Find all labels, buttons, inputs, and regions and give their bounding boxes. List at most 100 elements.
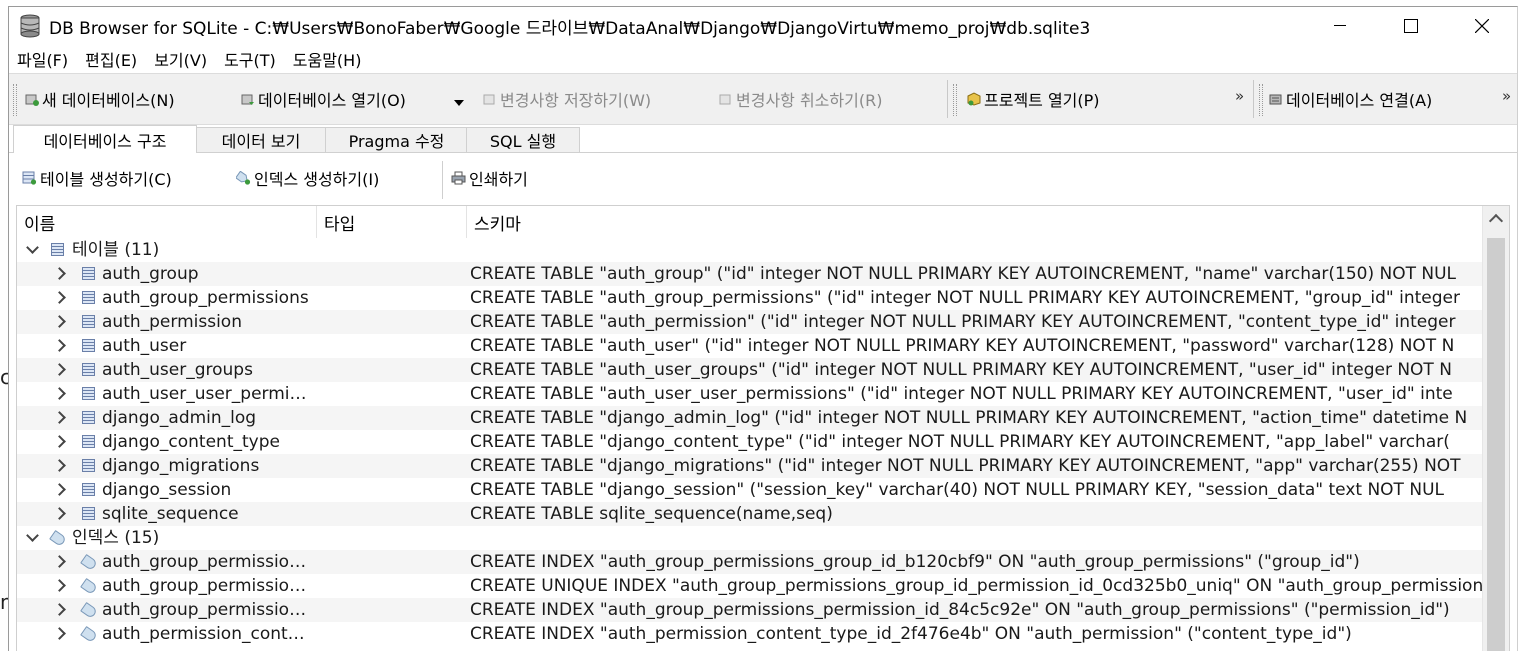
index-row-schema: CREATE INDEX "auth_group_permissions_per… xyxy=(470,600,1450,620)
project-icon xyxy=(967,92,981,106)
expand-arrow-icon[interactable] xyxy=(53,411,66,424)
table-row[interactable]: auth_permission CREATE TABLE "auth_permis… xyxy=(17,310,1482,334)
index-row-schema: CREATE INDEX "auth_permission_content_ty… xyxy=(470,624,1352,644)
write-changes-button[interactable]: 변경사항 저장하기(W) xyxy=(483,87,651,111)
table-row[interactable]: django_admin_log CREATE TABLE "django_adm… xyxy=(17,406,1482,430)
revert-changes-button[interactable]: 변경사항 취소하기(R) xyxy=(719,87,882,111)
table-row-name: sqlite_sequence xyxy=(102,504,239,524)
write-changes-icon xyxy=(483,94,495,105)
table-icon xyxy=(82,267,95,280)
close-button[interactable] xyxy=(1446,7,1517,45)
expand-arrow-icon[interactable] xyxy=(53,603,66,616)
title-bar[interactable]: DB Browser for SQLite - C:₩Users₩BonoFab… xyxy=(9,7,1517,45)
column-header-schema[interactable]: 스키마 xyxy=(467,206,1482,238)
maximize-button[interactable] xyxy=(1375,7,1446,45)
table-row[interactable]: django_session CREATE TABLE "django_sessi… xyxy=(17,478,1482,502)
toolbar-overflow-chevron[interactable]: » xyxy=(1235,87,1244,105)
new-database-label: 새 데이터베이스(N) xyxy=(42,91,175,110)
menu-view[interactable]: 보기(V) xyxy=(154,47,207,71)
table-row-schema: CREATE TABLE "auth_group" ("id" integer … xyxy=(470,264,1457,284)
index-row-name: auth_group_permissio… xyxy=(102,552,307,572)
expand-arrow-icon[interactable] xyxy=(53,315,66,328)
toolbar-overflow-chevron[interactable]: » xyxy=(1502,87,1511,105)
menu-bar: 파일(F) 편집(E) 보기(V) 도구(T) 도움말(H) xyxy=(9,45,1517,72)
table-icon xyxy=(82,435,95,448)
window-title: DB Browser for SQLite - C:₩Users₩BonoFab… xyxy=(49,18,1091,39)
table-icon xyxy=(51,243,64,256)
minimize-icon xyxy=(1333,25,1346,26)
index-row[interactable]: auth_group_permissio… CREATE INDEX "auth_… xyxy=(17,598,1482,622)
tab-execute-sql[interactable]: SQL 실행 xyxy=(466,127,580,152)
menu-edit[interactable]: 편집(E) xyxy=(85,47,137,71)
expand-arrow-icon[interactable] xyxy=(53,387,66,400)
scrollbar-thumb[interactable] xyxy=(1487,238,1505,651)
table-row-name: django_migrations xyxy=(102,456,260,476)
toolbar-grip[interactable] xyxy=(1259,84,1263,116)
minimize-button[interactable] xyxy=(1304,7,1375,45)
expand-arrow-icon[interactable] xyxy=(53,291,66,304)
main-tab-bar: 데이터베이스 구조 데이터 보기 Pragma 수정 SQL 실행 xyxy=(9,125,1517,153)
expand-arrow-icon[interactable] xyxy=(53,555,66,568)
table-row-schema: CREATE TABLE "django_admin_log" ("id" in… xyxy=(470,408,1468,428)
tree-header: 이름 타입 스키마 xyxy=(17,206,1482,238)
menu-help[interactable]: 도움말(H) xyxy=(293,47,362,71)
expand-arrow-icon[interactable] xyxy=(53,579,66,592)
expand-arrow-icon[interactable] xyxy=(53,267,66,280)
index-row[interactable]: auth_permission_cont… CREATE INDEX "auth_… xyxy=(17,622,1482,646)
table-row[interactable]: django_content_type CREATE TABLE "django_… xyxy=(17,430,1482,454)
table-row[interactable]: auth_user_groups CREATE TABLE "auth_user_… xyxy=(17,358,1482,382)
expand-arrow-icon[interactable] xyxy=(53,363,66,376)
table-row-schema: CREATE TABLE "auth_group_permissions" ("… xyxy=(470,288,1460,308)
expand-arrow-icon[interactable] xyxy=(53,339,66,352)
group-label: 테이블 (11) xyxy=(72,240,160,260)
menu-file[interactable]: 파일(F) xyxy=(17,47,68,71)
table-icon xyxy=(82,507,95,520)
toolbar-separator xyxy=(442,161,443,199)
expand-arrow-icon[interactable] xyxy=(53,507,66,520)
new-database-icon xyxy=(25,94,39,106)
table-row[interactable]: sqlite_sequence CREATE TABLE sqlite_seque… xyxy=(17,502,1482,526)
expand-arrow-icon[interactable] xyxy=(53,483,66,496)
attach-database-button[interactable]: 데이터베이스 연결(A) xyxy=(1269,87,1432,111)
tree-group-indices[interactable]: 인덱스 (15) xyxy=(17,526,1482,550)
column-header-name[interactable]: 이름 xyxy=(17,206,317,238)
table-row[interactable]: django_migrations CREATE TABLE "django_mi… xyxy=(17,454,1482,478)
collapse-arrow-icon[interactable] xyxy=(26,241,39,254)
open-project-button[interactable]: 프로젝트 열기(P) xyxy=(967,87,1100,111)
attach-database-icon xyxy=(1269,94,1282,105)
scroll-up-arrow[interactable] xyxy=(1488,213,1504,229)
expand-arrow-icon[interactable] xyxy=(53,435,66,448)
table-row-schema: CREATE TABLE "django_migrations" ("id" i… xyxy=(470,456,1461,476)
print-button[interactable]: 인쇄하기 xyxy=(451,166,528,190)
tab-edit-pragmas[interactable]: Pragma 수정 xyxy=(325,127,468,152)
create-index-label: 인덱스 생성하기(I) xyxy=(254,170,380,189)
tab-browse-data[interactable]: 데이터 보기 xyxy=(195,127,327,152)
column-header-type[interactable]: 타입 xyxy=(317,206,467,238)
toolbar-grip[interactable] xyxy=(13,84,17,116)
collapse-arrow-icon[interactable] xyxy=(26,529,39,542)
toolbar-grip[interactable] xyxy=(953,84,957,116)
table-row[interactable]: auth_user_user_permi… CREATE TABLE "auth_… xyxy=(17,382,1482,406)
expand-arrow-icon[interactable] xyxy=(53,459,66,472)
main-toolbar: 새 데이터베이스(N) 데이터베이스 열기(O) 변경사항 저장하기(W) 변경… xyxy=(9,73,1517,125)
attach-database-label: 데이터베이스 연결(A) xyxy=(1286,91,1433,110)
table-row[interactable]: auth_group CREATE TABLE "auth_group" ("id… xyxy=(17,262,1482,286)
menu-tools[interactable]: 도구(T) xyxy=(224,47,276,71)
schema-tree-view[interactable]: 이름 타입 스키마 테이블 (11) auth_group CREATE TABLE… xyxy=(16,205,1510,651)
open-database-button[interactable]: 데이터베이스 열기(O) xyxy=(241,87,406,111)
table-row-schema: CREATE TABLE "django_session" ("session_… xyxy=(470,480,1444,500)
create-index-button[interactable]: 인덱스 생성하기(I) xyxy=(236,166,379,190)
new-database-button[interactable]: 새 데이터베이스(N) xyxy=(25,87,175,111)
open-database-dropdown-arrow[interactable] xyxy=(454,100,464,106)
table-row-schema: CREATE TABLE sqlite_sequence(name,seq) xyxy=(470,504,833,524)
index-row[interactable]: auth_group_permissio… CREATE INDEX "auth_… xyxy=(17,550,1482,574)
expand-arrow-icon[interactable] xyxy=(53,627,66,640)
index-row[interactable]: auth_group_permissio… CREATE UNIQUE INDEX… xyxy=(17,574,1484,598)
index-row-schema: CREATE UNIQUE INDEX "auth_group_permissi… xyxy=(470,576,1484,596)
tree-group-tables[interactable]: 테이블 (11) xyxy=(17,238,1482,262)
table-row[interactable]: auth_group_permissions CREATE TABLE "auth… xyxy=(17,286,1482,310)
vertical-scrollbar[interactable] xyxy=(1482,206,1509,651)
table-row[interactable]: auth_user CREATE TABLE "auth_user" ("id" … xyxy=(17,334,1482,358)
create-table-button[interactable]: 테이블 생성하기(C) xyxy=(22,166,172,190)
tab-database-structure[interactable]: 데이터베이스 구조 xyxy=(13,125,197,153)
